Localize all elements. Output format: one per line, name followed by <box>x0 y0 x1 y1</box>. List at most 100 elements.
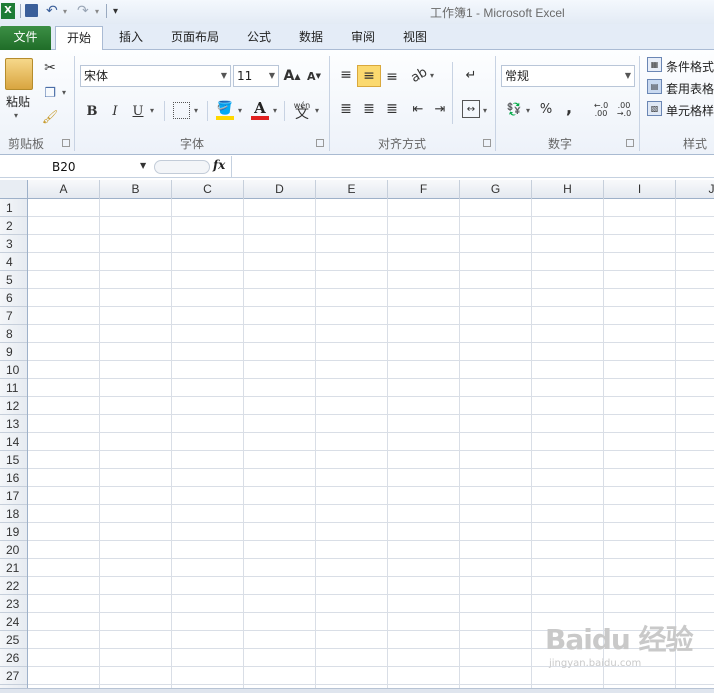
cut-icon[interactable]: ✂ <box>41 59 59 77</box>
phonetic-dropdown-icon[interactable]: ▾ <box>315 106 319 115</box>
tab-home[interactable]: 开始 <box>55 26 103 51</box>
row-header-18[interactable]: 18 <box>0 505 27 523</box>
align-right-icon[interactable]: ≣ <box>383 100 401 118</box>
row-header-27[interactable]: 27 <box>0 667 27 685</box>
insert-function-button[interactable]: fx <box>213 158 225 172</box>
conditional-format-icon[interactable]: ▦ <box>647 57 662 72</box>
borders-icon[interactable] <box>173 102 190 119</box>
conditional-format-button[interactable]: 条件格式 <box>666 58 714 75</box>
column-header-C[interactable]: C <box>172 180 244 199</box>
row-header-9[interactable]: 9 <box>0 343 27 361</box>
orientation-dropdown-icon[interactable]: ▾ <box>430 71 434 80</box>
merge-center-icon[interactable]: ↔ <box>462 100 480 118</box>
copy-dropdown-icon[interactable]: ▾ <box>62 88 66 97</box>
name-box-dropdown-icon[interactable]: ▼ <box>140 161 146 170</box>
underline-button[interactable]: U <box>130 101 146 121</box>
shrink-font-button[interactable]: A ▼ <box>305 66 323 86</box>
row-header-21[interactable]: 21 <box>0 559 27 577</box>
excel-logo-icon[interactable]: X <box>1 3 15 19</box>
column-header-D[interactable]: D <box>244 180 316 199</box>
row-header-16[interactable]: 16 <box>0 469 27 487</box>
column-header-E[interactable]: E <box>316 180 388 199</box>
tab-view[interactable]: 视图 <box>394 26 436 50</box>
redo-dropdown-icon[interactable]: ▾ <box>95 4 99 19</box>
tab-data[interactable]: 数据 <box>290 26 332 50</box>
copy-icon[interactable]: ❐ <box>41 84 59 102</box>
tab-formulas[interactable]: 公式 <box>238 26 280 50</box>
align-center-icon[interactable]: ≣ <box>360 100 378 118</box>
row-header-26[interactable]: 26 <box>0 649 27 667</box>
paste-label[interactable]: 粘贴 <box>6 93 30 110</box>
column-header-F[interactable]: F <box>388 180 460 199</box>
fill-dropdown-icon[interactable]: ▾ <box>238 106 242 115</box>
decrease-decimal-icon[interactable]: .00 →.0 <box>615 101 633 119</box>
row-header-4[interactable]: 4 <box>0 253 27 271</box>
italic-button[interactable]: I <box>107 101 123 121</box>
font-color-icon[interactable]: A <box>251 99 269 117</box>
row-header-8[interactable]: 8 <box>0 325 27 343</box>
underline-dropdown-icon[interactable]: ▾ <box>150 106 154 115</box>
number-launcher-icon[interactable] <box>626 139 634 147</box>
alignment-launcher-icon[interactable] <box>483 139 491 147</box>
decrease-indent-icon[interactable]: ⇤ <box>409 100 427 118</box>
row-header-23[interactable]: 23 <box>0 595 27 613</box>
row-header-3[interactable]: 3 <box>0 235 27 253</box>
font-name-combo[interactable]: 宋体 ▼ <box>80 65 231 87</box>
row-header-22[interactable]: 22 <box>0 577 27 595</box>
clipboard-launcher-icon[interactable] <box>62 139 70 147</box>
grow-font-button[interactable]: A ▲ <box>283 66 301 86</box>
column-header-H[interactable]: H <box>532 180 604 199</box>
row-header-14[interactable]: 14 <box>0 433 27 451</box>
align-top-icon[interactable]: ≡ <box>337 66 355 84</box>
column-header-A[interactable]: A <box>28 180 100 199</box>
row-header-12[interactable]: 12 <box>0 397 27 415</box>
column-header-G[interactable]: G <box>460 180 532 199</box>
currency-icon[interactable]: 💱 <box>504 100 524 118</box>
row-header-17[interactable]: 17 <box>0 487 27 505</box>
row-header-10[interactable]: 10 <box>0 361 27 379</box>
row-header-13[interactable]: 13 <box>0 415 27 433</box>
currency-dropdown-icon[interactable]: ▾ <box>526 106 530 115</box>
borders-dropdown-icon[interactable]: ▾ <box>194 106 198 115</box>
customize-qat-icon[interactable]: ▾ <box>113 4 118 19</box>
paste-icon[interactable] <box>5 58 33 90</box>
align-middle-icon[interactable]: ≡ <box>357 65 381 87</box>
row-header-5[interactable]: 5 <box>0 271 27 289</box>
align-left-icon[interactable]: ≣ <box>337 100 355 118</box>
row-header-25[interactable]: 25 <box>0 631 27 649</box>
column-header-J[interactable]: J <box>676 180 714 199</box>
row-header-7[interactable]: 7 <box>0 307 27 325</box>
font-color-dropdown-icon[interactable]: ▾ <box>273 106 277 115</box>
align-bottom-icon[interactable]: ≡ <box>383 68 401 86</box>
paste-dropdown-icon[interactable]: ▾ <box>14 111 18 120</box>
fill-color-icon[interactable]: 🪣 <box>216 100 234 116</box>
row-header-20[interactable]: 20 <box>0 541 27 559</box>
row-header-2[interactable]: 2 <box>0 217 27 235</box>
column-header-B[interactable]: B <box>100 180 172 199</box>
tab-insert[interactable]: 插入 <box>110 26 152 50</box>
name-box[interactable]: B20 <box>0 156 150 178</box>
tab-review[interactable]: 审阅 <box>342 26 384 50</box>
cell-styles-icon[interactable]: ▧ <box>647 101 662 116</box>
row-header-15[interactable]: 15 <box>0 451 27 469</box>
merge-dropdown-icon[interactable]: ▾ <box>483 106 487 115</box>
tab-file[interactable]: 文件 <box>0 26 51 50</box>
undo-icon[interactable]: ↶ <box>46 4 58 19</box>
phonetic-guide-button[interactable]: wén 文 <box>292 98 312 122</box>
format-as-table-icon[interactable]: ▤ <box>647 79 662 94</box>
formula-bar-resize-handle[interactable] <box>154 160 210 174</box>
column-header-I[interactable]: I <box>604 180 676 199</box>
format-as-table-button[interactable]: 套用表格 <box>666 80 714 97</box>
save-icon[interactable] <box>25 4 38 17</box>
row-header-1[interactable]: 1 <box>0 199 27 217</box>
increase-indent-icon[interactable]: ⇥ <box>431 100 449 118</box>
tab-page-layout[interactable]: 页面布局 <box>163 26 227 50</box>
row-header-6[interactable]: 6 <box>0 289 27 307</box>
comma-button[interactable]: , <box>562 98 576 117</box>
select-all-button[interactable] <box>0 180 28 199</box>
bold-button[interactable]: B <box>84 101 100 121</box>
redo-icon[interactable]: ↷ <box>77 4 89 19</box>
font-launcher-icon[interactable] <box>316 139 324 147</box>
cell-styles-button[interactable]: 单元格样 <box>666 102 714 119</box>
font-size-combo[interactable]: 11 ▼ <box>233 65 279 87</box>
